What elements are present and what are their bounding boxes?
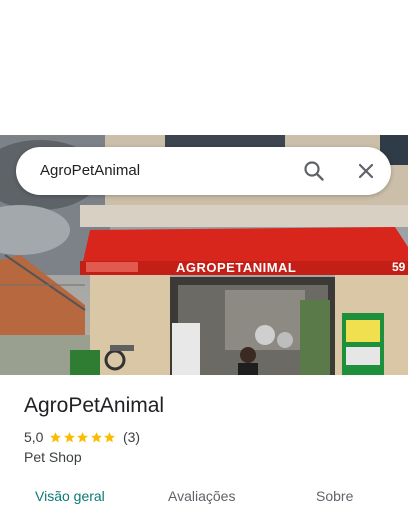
awning-sign-number: 59 <box>392 260 406 274</box>
place-category[interactable]: Pet Shop <box>24 449 82 465</box>
awning-sign-text: AGROPETANIMAL <box>176 260 297 275</box>
rating-stars <box>49 431 117 444</box>
close-button[interactable] <box>352 157 380 185</box>
tab-overview[interactable]: Visão geral <box>35 488 105 504</box>
tab-bar: Visão geral Avaliações Sobre <box>0 481 408 510</box>
tab-about[interactable]: Sobre <box>316 488 353 504</box>
star-icon <box>64 431 75 442</box>
search-bar[interactable]: AgroPetAnimal <box>16 147 391 195</box>
blank-area <box>0 0 408 135</box>
place-title: AgroPetAnimal <box>24 394 165 417</box>
close-icon <box>358 163 374 179</box>
rating-row[interactable]: 5,0 (3) <box>24 428 140 446</box>
tab-reviews[interactable]: Avaliações <box>168 488 235 504</box>
search-button[interactable] <box>300 157 328 185</box>
search-icon <box>304 161 324 181</box>
star-icon <box>91 431 102 442</box>
search-input[interactable]: AgroPetAnimal <box>40 162 140 179</box>
place-info-panel: AgroPetAnimal 5,0 (3) Pet Shop Visão ger… <box>0 375 408 510</box>
star-icon <box>104 431 116 442</box>
rating-value: 5,0 <box>24 429 44 445</box>
star-icon <box>50 431 62 442</box>
review-count[interactable]: (3) <box>123 429 140 445</box>
star-icon <box>77 431 89 442</box>
